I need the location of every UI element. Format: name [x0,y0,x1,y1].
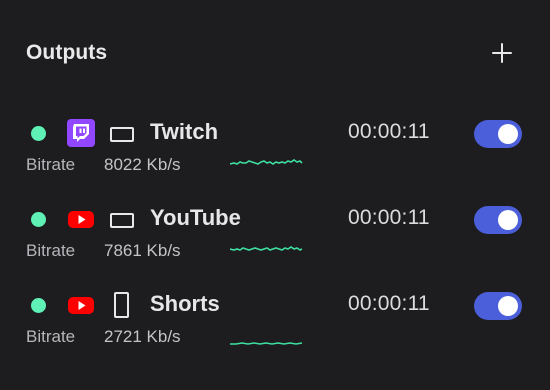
output-item-youtube: YouTube 00:00:11 Bitrate 7861 Kb/s [0,202,550,272]
stream-duration: 00:00:11 [348,206,430,229]
live-status-dot [31,298,46,313]
bitrate-sparkline [230,159,303,165]
toggle-knob [498,296,518,316]
portrait-screen-icon [114,292,129,318]
twitch-icon [67,119,95,147]
toggle-knob [498,124,518,144]
youtube-icon [68,297,94,314]
bitrate-label: Bitrate [26,327,76,346]
bitrate-sparkline [230,342,303,345]
bitrate-value: 7861 Kb/s [104,241,181,260]
output-toggle[interactable] [474,120,522,148]
output-name: YouTube [150,205,241,230]
live-status-dot [31,126,46,141]
bitrate-label: Bitrate [26,241,76,260]
live-status-dot [31,212,46,227]
output-name: Twitch [150,119,219,144]
landscape-screen-icon [110,213,134,228]
output-toggle[interactable] [474,206,522,234]
bitrate-value: 8022 Kb/s [104,155,181,174]
output-item-twitch: Twitch 00:00:11 Bitrate 8022 Kb/s [0,116,550,186]
toggle-knob [498,210,518,230]
stream-duration: 00:00:11 [348,292,430,315]
panel-title: Outputs [26,41,108,64]
output-toggle[interactable] [474,292,522,320]
bitrate-label: Bitrate [26,155,76,174]
youtube-icon [68,211,94,228]
output-item-shorts: Shorts 00:00:11 Bitrate 2721 Kb/s [0,288,550,358]
bitrate-value: 2721 Kb/s [104,327,181,346]
add-output-button[interactable] [488,39,516,67]
bitrate-sparkline [230,246,303,251]
landscape-screen-icon [110,127,134,142]
outputs-header: Outputs [26,38,520,68]
output-name: Shorts [150,291,220,316]
stream-duration: 00:00:11 [348,120,430,143]
